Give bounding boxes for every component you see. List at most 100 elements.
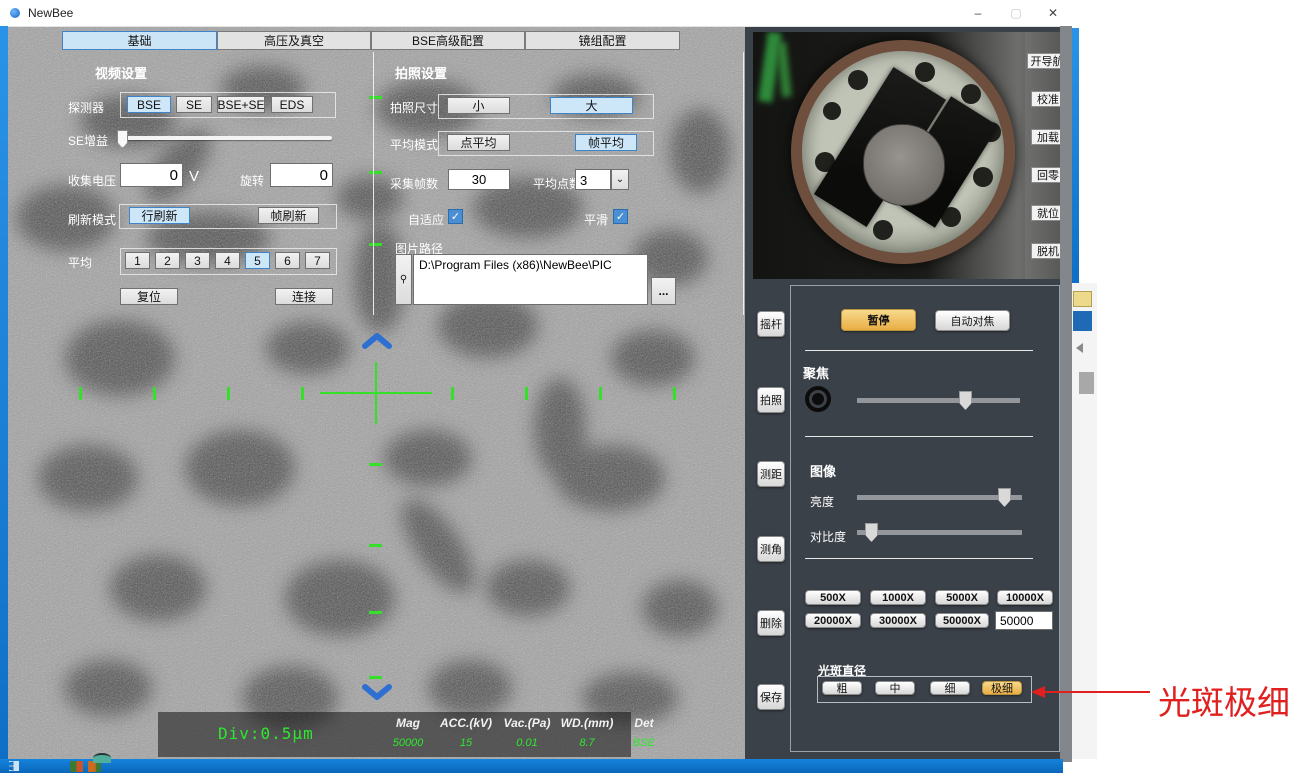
spot-extra-fine-button[interactable]: 极细 bbox=[982, 681, 1022, 695]
size-large-button[interactable]: 大 bbox=[550, 97, 633, 114]
size-small-button[interactable]: 小 bbox=[447, 97, 510, 114]
pan-up-arrow-icon[interactable] bbox=[361, 332, 393, 350]
avg-frame-button[interactable]: 帧平均 bbox=[575, 134, 637, 151]
tab-basic[interactable]: 基础 bbox=[62, 31, 217, 50]
average-5-button[interactable]: 5 bbox=[245, 252, 270, 269]
average-1-button[interactable]: 1 bbox=[125, 252, 150, 269]
avg-point-button[interactable]: 点平均 bbox=[447, 134, 510, 151]
average-2-button[interactable]: 2 bbox=[155, 252, 180, 269]
panel-separator bbox=[743, 52, 744, 315]
rotation-label: 旋转 bbox=[240, 172, 264, 189]
average-3-button[interactable]: 3 bbox=[185, 252, 210, 269]
mag-10000x-button[interactable]: 10000X bbox=[997, 590, 1053, 605]
desktop-strip-left bbox=[0, 26, 8, 759]
points-dropdown-button[interactable]: ⌄ bbox=[611, 169, 629, 190]
spot-medium-button[interactable]: 中 bbox=[875, 681, 915, 695]
contrast-slider[interactable] bbox=[857, 530, 1022, 535]
status-col-vac: Vac.(Pa) 0.01 bbox=[498, 716, 556, 749]
mag-20000x-button[interactable]: 20000X bbox=[805, 613, 861, 628]
taskbar-notification-icon bbox=[93, 753, 111, 763]
close-button[interactable]: ✕ bbox=[1036, 0, 1070, 26]
reset-button[interactable]: 复位 bbox=[120, 288, 178, 305]
screen: { "window": { "title": "NewBee", "minimi… bbox=[0, 0, 1304, 773]
collect-voltage-input[interactable] bbox=[120, 163, 183, 187]
tab-hv-vacuum[interactable]: 高压及真空 bbox=[217, 31, 371, 50]
scale-tick bbox=[227, 387, 230, 400]
average-7-button[interactable]: 7 bbox=[305, 252, 330, 269]
window-edge bbox=[1060, 26, 1072, 762]
refresh-line-button[interactable]: 行刷新 bbox=[129, 207, 190, 224]
detector-se-button[interactable]: SE bbox=[176, 96, 212, 113]
average-6-button[interactable]: 6 bbox=[275, 252, 300, 269]
scale-tick bbox=[673, 387, 676, 400]
scale-tick bbox=[153, 387, 156, 400]
connect-button[interactable]: 连接 bbox=[275, 288, 333, 305]
start-button-icon[interactable] bbox=[9, 761, 19, 771]
division-scale-text: Div:0.5μm bbox=[218, 724, 314, 743]
scale-tick bbox=[369, 544, 382, 547]
stage-hole bbox=[973, 167, 993, 187]
average-4-button[interactable]: 4 bbox=[215, 252, 240, 269]
measure-angle-button[interactable]: 测角 bbox=[757, 536, 785, 562]
scale-tick bbox=[369, 463, 382, 466]
mag-1000x-button[interactable]: 1000X bbox=[870, 590, 926, 605]
maximize-button[interactable]: ▢ bbox=[999, 0, 1033, 26]
snapshot-button[interactable]: 拍照 bbox=[757, 387, 785, 413]
pan-down-arrow-icon[interactable] bbox=[361, 683, 393, 701]
se-gain-slider[interactable] bbox=[117, 136, 332, 140]
title-bar[interactable]: NewBee – ▢ ✕ bbox=[0, 0, 1072, 27]
divider bbox=[805, 436, 1033, 437]
rotation-input[interactable] bbox=[270, 163, 333, 187]
divider bbox=[805, 350, 1033, 351]
tab-bse-advanced[interactable]: BSE高级配置 bbox=[371, 31, 525, 50]
status-bar: Div:0.5μm Mag 50000 ACC.(kV) 15 Vac.(Pa)… bbox=[158, 712, 631, 757]
refresh-mode-label: 刷新模式 bbox=[68, 211, 116, 228]
background-window-yellow-icon bbox=[1073, 291, 1092, 307]
status-col-mag: Mag 50000 bbox=[383, 716, 433, 749]
annotation-arrow-line bbox=[1044, 691, 1150, 693]
tab-lens-config[interactable]: 镜组配置 bbox=[525, 31, 680, 50]
path-pin-button[interactable]: ⚲ bbox=[395, 254, 412, 305]
mag-input[interactable] bbox=[995, 611, 1053, 630]
measure-distance-button[interactable]: 测距 bbox=[757, 461, 785, 487]
spot-coarse-button[interactable]: 粗 bbox=[822, 681, 862, 695]
refresh-frame-button[interactable]: 帧刷新 bbox=[258, 207, 319, 224]
browse-button[interactable]: ... bbox=[651, 277, 676, 305]
detector-eds-button[interactable]: EDS bbox=[271, 96, 313, 113]
brightness-slider[interactable] bbox=[857, 495, 1022, 500]
minimize-button[interactable]: – bbox=[961, 0, 995, 26]
mag-500x-button[interactable]: 500X bbox=[805, 590, 861, 605]
taskbar[interactable] bbox=[0, 759, 1063, 773]
autofocus-button[interactable]: 自动对焦 bbox=[935, 310, 1010, 331]
points-select[interactable]: 3 bbox=[575, 169, 611, 190]
frames-input[interactable] bbox=[448, 169, 510, 190]
scale-tick bbox=[599, 387, 602, 400]
joystick-button[interactable]: 摇杆 bbox=[757, 311, 785, 337]
mag-5000x-button[interactable]: 5000X bbox=[935, 590, 989, 605]
chamber-camera-view: 开导航 校准 加载 回零 就位 脱机 bbox=[753, 32, 1069, 279]
adaptive-checkbox[interactable]: ✓ bbox=[448, 209, 463, 224]
photo-size-label: 拍照尺寸 bbox=[390, 99, 438, 116]
taskbar-app-icon[interactable] bbox=[70, 761, 83, 772]
save-button[interactable]: 保存 bbox=[757, 684, 785, 710]
detector-bse-button[interactable]: BSE bbox=[127, 96, 171, 113]
average-label: 平均 bbox=[68, 254, 92, 271]
mag-30000x-button[interactable]: 30000X bbox=[870, 613, 926, 628]
path-textbox[interactable]: D:\Program Files (x86)\NewBee\PIC bbox=[413, 254, 648, 305]
adaptive-label: 自适应 bbox=[408, 211, 444, 228]
scale-tick bbox=[525, 387, 528, 400]
focus-slider[interactable] bbox=[857, 398, 1020, 403]
smooth-checkbox[interactable]: ✓ bbox=[613, 209, 628, 224]
mag-50000x-button[interactable]: 50000X bbox=[935, 613, 989, 628]
spot-fine-button[interactable]: 细 bbox=[930, 681, 970, 695]
check-icon: ✓ bbox=[451, 210, 460, 223]
pause-button[interactable]: 暂停 bbox=[841, 309, 916, 331]
detector-bse-se-button[interactable]: BSE+SE bbox=[217, 96, 265, 113]
brightness-label: 亮度 bbox=[810, 493, 834, 510]
se-gain-slider-thumb[interactable] bbox=[117, 130, 128, 148]
delete-button[interactable]: 删除 bbox=[757, 610, 785, 636]
status-col-wd: WD.(mm) 8.7 bbox=[556, 716, 618, 749]
background-window-sliver bbox=[1072, 283, 1097, 759]
points-label: 平均点数 bbox=[533, 175, 581, 192]
stage-hole bbox=[873, 220, 893, 240]
